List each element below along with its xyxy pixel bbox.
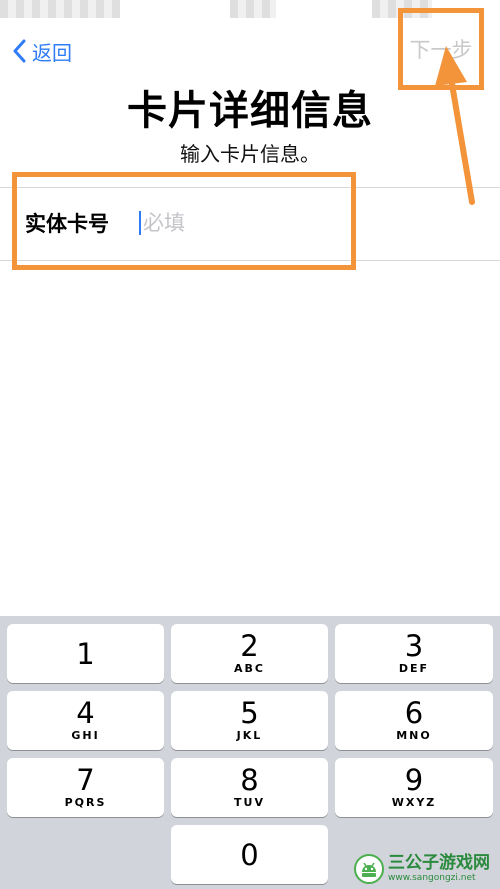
back-button[interactable]: 返回 (12, 34, 72, 68)
key-6[interactable]: 6 MNO (335, 691, 493, 750)
annotation-highlight-box (12, 172, 356, 270)
key-0[interactable]: 0 (171, 825, 328, 884)
site-watermark: 三公子游戏网 www.sangongzi.net (354, 852, 490, 886)
key-digit: 8 (240, 763, 259, 797)
key-2[interactable]: 2 ABC (171, 624, 328, 683)
key-letters: DEF (398, 662, 430, 675)
watermark-url: www.sangongzi.net (388, 873, 476, 883)
key-8[interactable]: 8 TUV (171, 758, 328, 817)
status-bar-blur-center (230, 0, 276, 18)
key-digit: 9 (404, 763, 424, 797)
key-letters: ABC (234, 662, 265, 675)
key-5[interactable]: 5 JKL (171, 691, 328, 750)
key-letters: GHI (71, 729, 100, 742)
back-label: 返回 (32, 40, 72, 65)
key-digit: 4 (76, 696, 95, 730)
android-logo-icon (354, 854, 384, 884)
key-digit: 3 (404, 629, 424, 663)
key-digit: 7 (76, 763, 95, 797)
key-digit: 0 (240, 837, 259, 872)
key-4[interactable]: 4 GHI (7, 691, 164, 750)
key-digit: 5 (240, 696, 259, 730)
next-label: 下一步 (409, 38, 473, 62)
key-1[interactable]: 1 (7, 624, 164, 683)
key-letters: PQRS (64, 796, 107, 809)
key-letters: JKL (236, 729, 263, 742)
key-digit: 6 (404, 696, 424, 730)
key-digit: 1 (76, 636, 95, 671)
key-letters: WXYZ (391, 796, 437, 809)
page-title: 卡片详细信息 (127, 88, 373, 134)
page-subtitle: 输入卡片信息。 (180, 142, 320, 166)
key-digit: 2 (240, 629, 259, 663)
status-bar-blur-left (0, 0, 120, 18)
key-7[interactable]: 7 PQRS (7, 758, 164, 817)
key-letters: TUV (234, 796, 265, 809)
chevron-left-icon (13, 39, 26, 63)
key-letters: MNO (396, 729, 432, 742)
numeric-keypad: 1 2 ABC 3 DEF 4 GHI 5 JKL 6 MNO 7 PQRS 8… (0, 616, 500, 889)
watermark-name: 三公子游戏网 (388, 853, 490, 873)
key-9[interactable]: 9 WXYZ (335, 758, 493, 817)
key-3[interactable]: 3 DEF (335, 624, 493, 683)
